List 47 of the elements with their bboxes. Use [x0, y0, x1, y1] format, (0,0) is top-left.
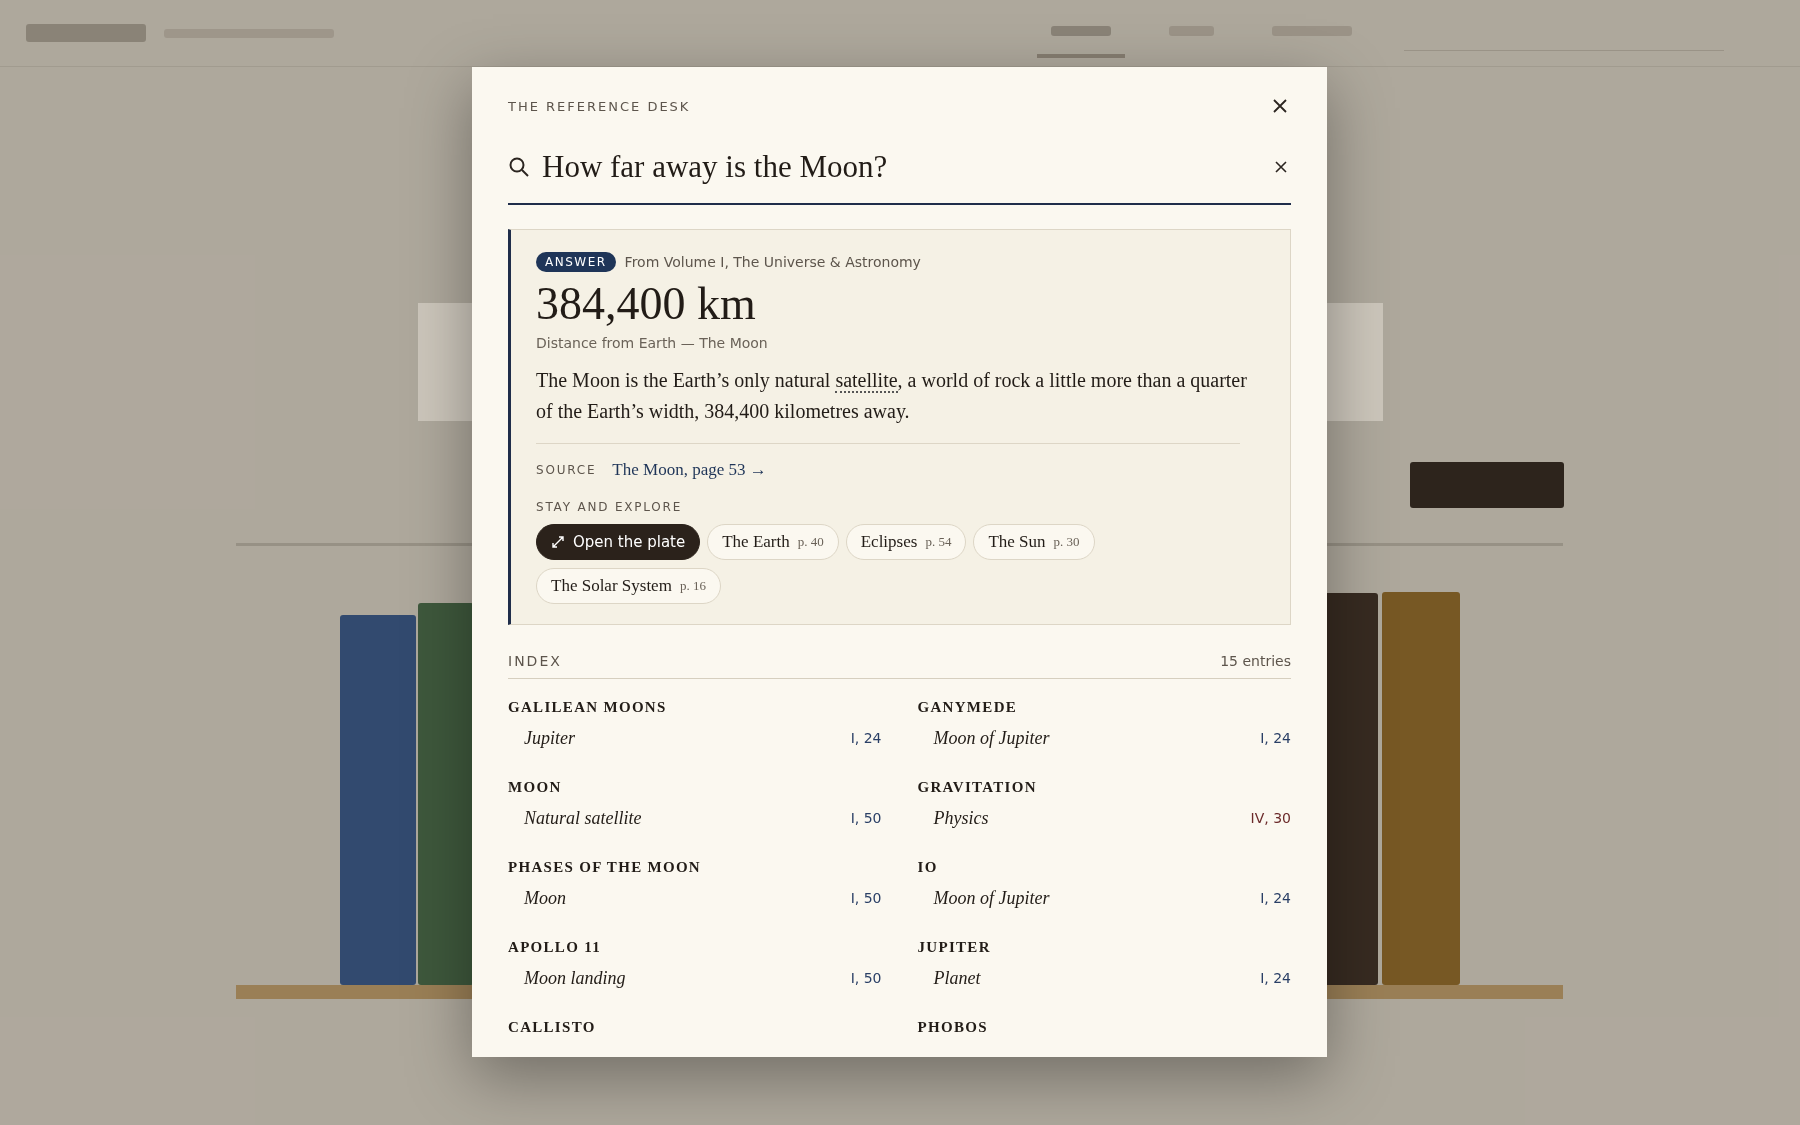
volume-reference[interactable]: I, 24	[1260, 890, 1291, 907]
entry-subject[interactable]: Moon of Jupiter	[933, 887, 1050, 909]
entry-heading[interactable]: APOLLO 11	[508, 938, 882, 956]
expand-icon	[551, 534, 565, 549]
volume-reference[interactable]: I, 50	[850, 810, 882, 827]
nav-label-placeholder	[1051, 26, 1111, 36]
search-input[interactable]: How far away is the Moon?	[542, 149, 1259, 185]
term-link[interactable]: satellite	[835, 368, 898, 393]
topic-chip[interactable]: The Sun p. 30	[973, 523, 1095, 560]
entry-heading[interactable]: IO	[917, 858, 1291, 876]
entry-subject[interactable]: Physics	[933, 807, 989, 829]
entry-subject[interactable]: Planet	[933, 967, 981, 989]
answer-badge: ANSWER	[536, 252, 616, 272]
entry-heading[interactable]: GRAVITATION	[917, 778, 1291, 796]
volume-reference[interactable]: I, 50	[850, 970, 882, 987]
open-plate-button[interactable]: Open the plate	[536, 523, 701, 560]
index-title: INDEX	[508, 652, 562, 669]
source-link[interactable]: The Moon, page 53 →	[612, 459, 767, 480]
topic-chip[interactable]: Eclipses p. 54	[845, 523, 967, 560]
entry-subject[interactable]: Moon of Jupiter	[933, 727, 1050, 749]
entry-heading[interactable]: PHASES OF THE MOON	[508, 858, 882, 876]
entry-subject[interactable]: Moon	[524, 887, 566, 909]
answer-text: The Moon is the Earth’s only natural satellite, a world of rock a little more than a quarter of the Earth’s width, 384,400 kilometres away.	[536, 367, 1248, 425]
volume-reference[interactable]: IV, 30	[1250, 810, 1291, 827]
answer-value: 384,400 km	[536, 278, 757, 331]
explore-label: STAY AND EXPLORE	[536, 499, 684, 514]
entry-subject[interactable]: Jupiter	[524, 727, 575, 749]
topic-chip[interactable]: The Solar System p. 16	[536, 567, 721, 604]
entry-subject[interactable]: Natural satellite	[524, 807, 642, 829]
entry-heading[interactable]: JUPITER	[917, 938, 1291, 956]
entry-heading[interactable]: CALLISTO	[508, 1018, 882, 1036]
entry-count: 15 entries	[1220, 652, 1291, 669]
volume-reference[interactable]: I, 24	[1260, 970, 1291, 987]
entry-subject[interactable]: Moon landing	[524, 967, 626, 989]
answer-caption: Distance from Earth — The Moon	[536, 334, 769, 351]
dialog-title: THE REFERENCE DESK	[508, 98, 691, 114]
entry-heading[interactable]: PHOBOS	[917, 1018, 1291, 1036]
topic-chip[interactable]: The Earth p. 40	[707, 523, 839, 560]
volume-reference[interactable]: I, 24	[850, 730, 882, 747]
volume-reference[interactable]: I, 24	[1260, 730, 1291, 747]
source-label: SOURCE	[536, 462, 597, 477]
volume-reference[interactable]: I, 50	[850, 890, 882, 907]
entry-heading[interactable]: GALILEAN MOONS	[508, 698, 882, 716]
entry-heading[interactable]: MOON	[508, 778, 882, 796]
search-icon	[508, 156, 530, 178]
source-volume: From Volume I, The Universe & Astronomy	[624, 254, 921, 270]
entry-heading[interactable]: GANYMEDE	[917, 698, 1291, 716]
